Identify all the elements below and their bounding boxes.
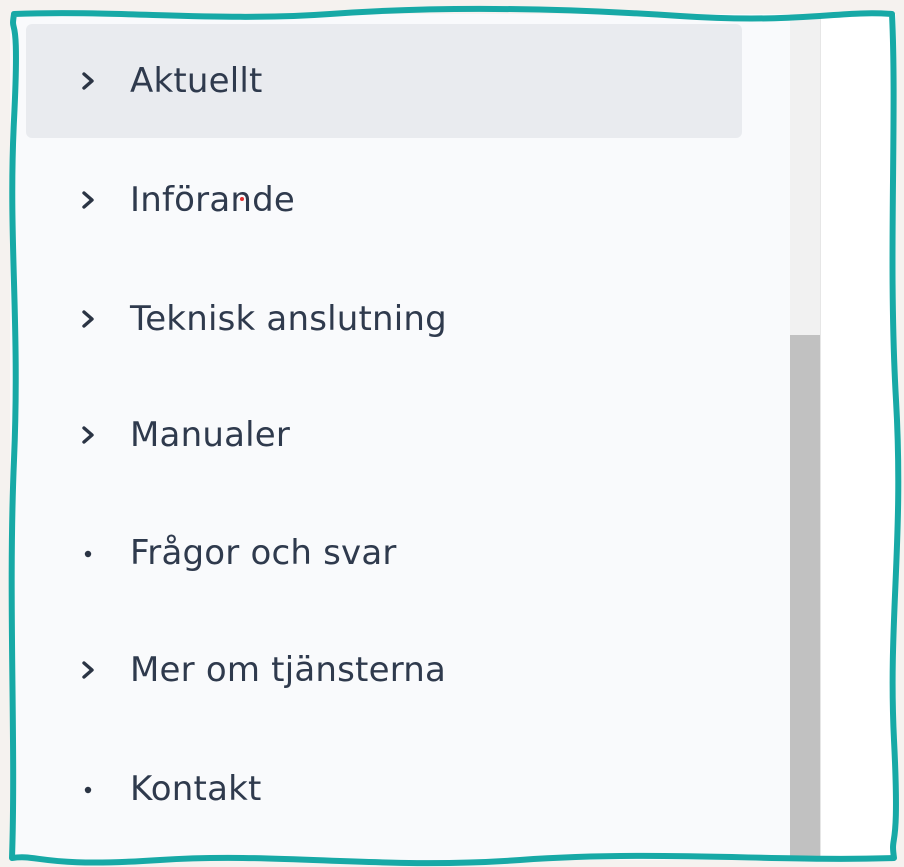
sidebar-item-label: Frågor och svar: [130, 533, 397, 573]
sidebar-item-label: Manualer: [130, 415, 291, 455]
chevron-right-icon[interactable]: [76, 143, 100, 257]
sidebar-item-fragor-och-svar[interactable]: Frågor och svar: [26, 496, 742, 610]
bullet-icon: [76, 732, 100, 846]
sidebar-item-mer-om-tjansterna[interactable]: Mer om tjänsterna: [26, 613, 742, 727]
sidebar-nav: Aktuellt Införande Teknisk anslutning Ma…: [10, 14, 800, 860]
vertical-scrollbar[interactable]: [790, 14, 820, 860]
cursor-dot: [240, 197, 244, 201]
navigation-panel: Aktuellt Införande Teknisk anslutning Ma…: [10, 14, 896, 860]
sidebar-item-aktuellt[interactable]: Aktuellt: [26, 24, 742, 138]
sidebar-item-label: Teknisk anslutning: [130, 299, 447, 339]
sidebar-item-teknisk-anslutning[interactable]: Teknisk anslutning: [26, 262, 742, 376]
sidebar-item-label: Kontakt: [130, 769, 262, 809]
main-content-area: [820, 14, 896, 860]
sidebar-item-label: Införande: [130, 180, 296, 220]
chevron-right-icon[interactable]: [76, 613, 100, 727]
chevron-right-icon[interactable]: [76, 24, 100, 138]
sidebar-item-label: Aktuellt: [130, 61, 263, 101]
sidebar-item-inforande[interactable]: Införande: [26, 143, 742, 257]
sidebar-item-kontakt[interactable]: Kontakt: [26, 732, 742, 846]
sidebar-item-manualer[interactable]: Manualer: [26, 378, 742, 492]
sidebar-item-label: Mer om tjänsterna: [130, 650, 447, 690]
bullet-icon: [76, 496, 100, 610]
chevron-right-icon[interactable]: [76, 378, 100, 492]
chevron-right-icon[interactable]: [76, 262, 100, 376]
scrollbar-thumb[interactable]: [790, 335, 820, 860]
